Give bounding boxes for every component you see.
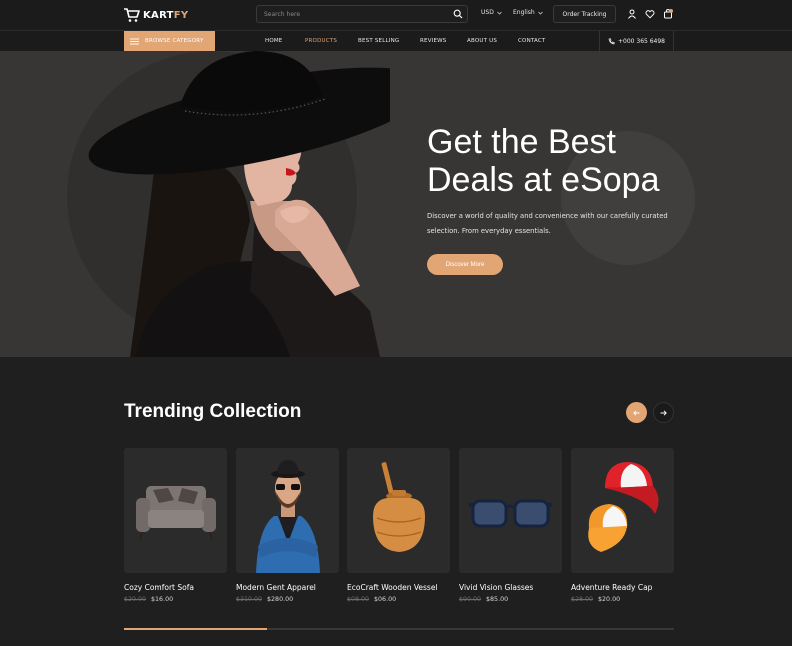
man-apparel-image <box>256 460 320 573</box>
product-card[interactable]: Adventure Ready Cap $28.00 $20.00 <box>571 448 674 603</box>
user-icon[interactable] <box>627 9 637 19</box>
top-header: KARTFY USD English Order Tracking <box>0 0 792 30</box>
woman-in-hat-image <box>88 51 390 357</box>
product-card[interactable]: EcoCraft Wooden Vessel $08.00 $06.00 <box>347 448 450 603</box>
heart-icon[interactable] <box>645 9 655 19</box>
product-card[interactable]: Cozy Comfort Sofa $20.00 $16.00 <box>124 448 227 603</box>
browse-category-label: BROWSE CATEGORY <box>145 38 204 44</box>
arrow-left-icon <box>633 409 640 416</box>
product-card[interactable]: Modern Gent Apparel $310.00 $280.00 <box>236 448 339 603</box>
product-name[interactable]: Cozy Comfort Sofa <box>124 583 227 592</box>
product-image-box[interactable] <box>236 448 339 573</box>
current-price: $06.00 <box>374 596 397 603</box>
hero-title: Get the Best Deals at eSopa <box>427 123 660 199</box>
old-price: $08.00 <box>347 596 370 603</box>
discover-more-button[interactable]: Discover More <box>427 254 503 275</box>
nav-reviews[interactable]: REVIEWS <box>420 38 447 44</box>
logo[interactable]: KARTFY <box>123 6 188 24</box>
carousel-progress-fill <box>124 628 267 630</box>
product-price: $20.00 $16.00 <box>124 596 227 603</box>
search-icon[interactable] <box>453 9 463 19</box>
old-price: $20.00 <box>124 596 147 603</box>
logo-text: KARTFY <box>143 9 189 21</box>
main-nav: BROWSE CATEGORY HOME PRODUCTS BEST SELLI… <box>0 30 792 51</box>
nav-about-us[interactable]: ABOUT US <box>467 38 497 44</box>
nav-home[interactable]: HOME <box>265 38 283 44</box>
product-price: $08.00 $06.00 <box>347 596 450 603</box>
old-price: $28.00 <box>571 596 594 603</box>
cart-badge <box>669 9 673 13</box>
arrow-right-icon <box>660 409 667 416</box>
phone-contact[interactable]: +000 365 6498 <box>599 31 674 51</box>
current-price: $16.00 <box>151 596 174 603</box>
old-price: $310.00 <box>236 596 263 603</box>
product-image-box[interactable] <box>459 448 562 573</box>
nav-products[interactable]: PRODUCTS <box>305 38 337 44</box>
search-input[interactable] <box>257 6 447 22</box>
wooden-vessel-image <box>373 462 425 552</box>
sofa-image <box>136 486 216 541</box>
current-price: $280.00 <box>267 596 294 603</box>
product-price: $90.00 $85.00 <box>459 596 562 603</box>
nav-contact[interactable]: CONTACT <box>518 38 545 44</box>
product-price: $310.00 $280.00 <box>236 596 339 603</box>
carousel-next-button[interactable] <box>653 402 674 423</box>
product-name[interactable]: EcoCraft Wooden Vessel <box>347 583 450 592</box>
product-image-box[interactable] <box>347 448 450 573</box>
product-name[interactable]: Adventure Ready Cap <box>571 583 674 592</box>
phone-icon <box>608 37 615 44</box>
product-name[interactable]: Modern Gent Apparel <box>236 583 339 592</box>
search-box <box>256 5 468 23</box>
carousel-prev-button[interactable] <box>626 402 647 423</box>
carousel-progress-track[interactable] <box>124 628 674 630</box>
nav-best-selling[interactable]: BEST SELLING <box>358 38 399 44</box>
caps-image <box>588 462 659 552</box>
product-image-box[interactable] <box>571 448 674 573</box>
current-price: $20.00 <box>598 596 621 603</box>
old-price: $90.00 <box>459 596 482 603</box>
product-card[interactable]: Vivid Vision Glasses $90.00 $85.00 <box>459 448 562 603</box>
order-tracking-button[interactable]: Order Tracking <box>553 5 616 23</box>
language-select[interactable]: English <box>513 9 543 16</box>
trending-title: Trending Collection <box>124 401 302 422</box>
currency-select[interactable]: USD <box>481 9 502 16</box>
cart-logo-icon <box>124 8 140 22</box>
product-price: $28.00 $20.00 <box>571 596 674 603</box>
menu-icon <box>130 38 139 44</box>
glasses-image <box>469 499 552 528</box>
product-image-box[interactable] <box>124 448 227 573</box>
product-name[interactable]: Vivid Vision Glasses <box>459 583 562 592</box>
hero-description: Discover a world of quality and convenie… <box>427 212 668 235</box>
browse-category-button[interactable]: BROWSE CATEGORY <box>124 31 215 51</box>
current-price: $85.00 <box>486 596 509 603</box>
chevron-down-icon <box>497 11 502 15</box>
chevron-down-icon <box>537 11 543 15</box>
hero-banner: Get the Best Deals at eSopa Discover a w… <box>0 51 792 357</box>
